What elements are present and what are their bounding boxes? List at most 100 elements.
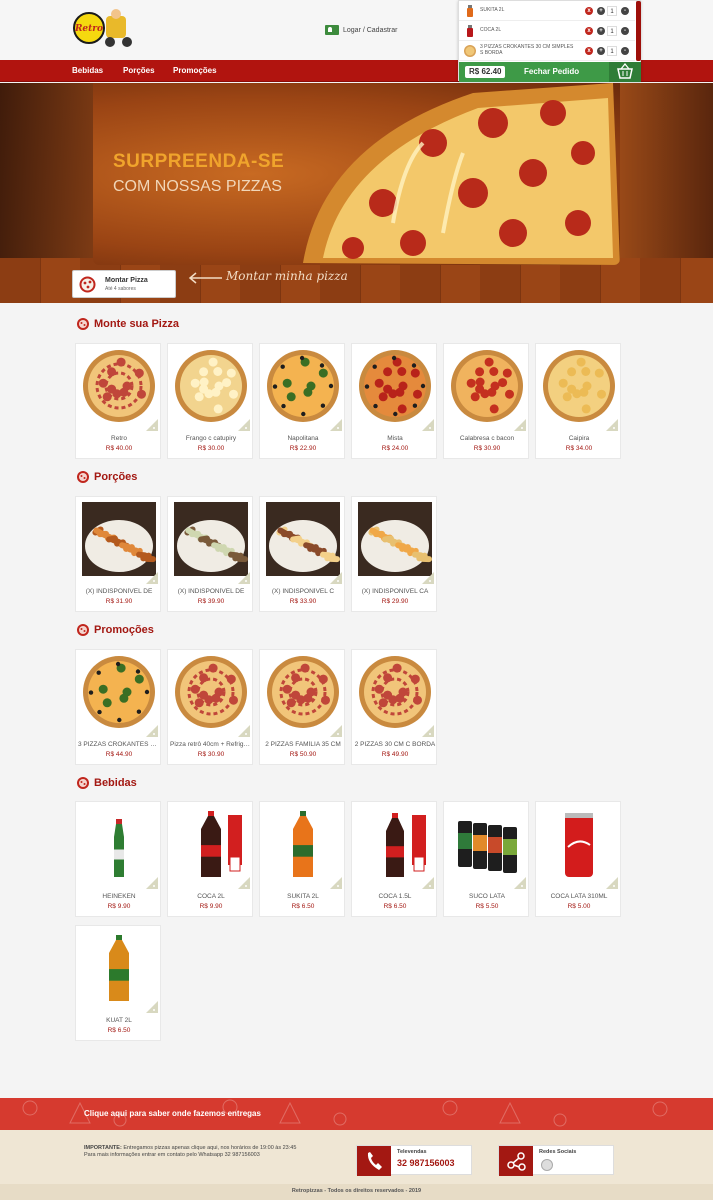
add-to-cart-corner-icon[interactable] bbox=[238, 418, 250, 431]
product-price: R$ 40.00 bbox=[105, 445, 133, 452]
banner-slide[interactable]: SURPREENDA-SE COM NOSSAS PIZZAS bbox=[93, 83, 620, 265]
add-to-cart-corner-icon[interactable] bbox=[146, 1000, 158, 1013]
product-name: Caipira bbox=[568, 435, 590, 442]
social-icon-box bbox=[499, 1146, 533, 1176]
drink-image bbox=[358, 807, 432, 881]
product-price: R$ 9.90 bbox=[199, 903, 223, 910]
cart-dropdown: SUKITA 2L x + 1 - COCA 2L x + 1 - 3 PIZZ… bbox=[458, 0, 641, 82]
add-to-cart-corner-icon[interactable] bbox=[330, 571, 342, 584]
add-to-cart-corner-icon[interactable] bbox=[330, 418, 342, 431]
login-label: Logar / Cadastrar bbox=[343, 26, 398, 34]
drink-image bbox=[82, 807, 156, 881]
add-to-cart-corner-icon[interactable] bbox=[514, 418, 526, 431]
product-name: COCA LATA 310ML bbox=[550, 893, 608, 900]
product-name: KUAT 2L bbox=[106, 1017, 132, 1024]
close-order-button[interactable]: Fechar Pedido bbox=[524, 67, 579, 76]
product-name: COCA 1.5L bbox=[378, 893, 412, 900]
add-to-cart-corner-icon[interactable] bbox=[146, 724, 158, 737]
product-card[interactable]: Calabresa c bacon R$ 30.90 bbox=[443, 343, 529, 459]
remove-item-button[interactable]: x bbox=[585, 7, 593, 15]
product-card[interactable]: Caipira R$ 34.00 bbox=[535, 343, 621, 459]
increase-qty-button[interactable]: + bbox=[597, 47, 605, 55]
cart-scrollbar[interactable] bbox=[636, 1, 641, 61]
add-to-cart-corner-icon[interactable] bbox=[514, 876, 526, 889]
increase-qty-button[interactable]: + bbox=[597, 7, 605, 15]
basket-icon bbox=[617, 62, 633, 79]
delivery-areas-link[interactable]: Clique aqui para saber onde fazemos entr… bbox=[84, 1109, 261, 1118]
cart-item-list: SUKITA 2L x + 1 - COCA 2L x + 1 - 3 PIZZ… bbox=[459, 1, 635, 61]
add-to-cart-corner-icon[interactable] bbox=[146, 418, 158, 431]
decrease-qty-button[interactable]: - bbox=[621, 47, 629, 55]
decrease-qty-button[interactable]: - bbox=[621, 7, 629, 15]
qty-field[interactable]: 1 bbox=[607, 46, 617, 56]
product-card[interactable]: Frango c catupiry R$ 30.00 bbox=[167, 343, 253, 459]
product-card[interactable]: Mista R$ 24.00 bbox=[351, 343, 437, 459]
product-card[interactable]: (X) INDISPONÍVEL DE R$ 39.90 bbox=[167, 496, 253, 612]
pizza-slice-image bbox=[303, 83, 620, 265]
add-to-cart-corner-icon[interactable] bbox=[422, 876, 434, 889]
product-card[interactable]: (X) INDISPONÍVEL CA R$ 29.90 bbox=[351, 496, 437, 612]
add-to-cart-corner-icon[interactable] bbox=[146, 571, 158, 584]
product-name: (X) INDISPONÍVEL C bbox=[271, 588, 335, 595]
qty-field[interactable]: 1 bbox=[607, 6, 617, 16]
social-link-icon[interactable] bbox=[541, 1159, 553, 1171]
add-to-cart-corner-icon[interactable] bbox=[606, 418, 618, 431]
section-title-monte: Monte sua Pizza bbox=[77, 318, 179, 330]
remove-item-button[interactable]: x bbox=[585, 27, 593, 35]
product-card[interactable]: KUAT 2L R$ 6.50 bbox=[75, 925, 161, 1041]
share-network-icon bbox=[507, 1152, 526, 1171]
qty-field[interactable]: 1 bbox=[607, 26, 617, 36]
product-price: R$ 33.90 bbox=[289, 598, 317, 605]
product-name: 3 PIZZAS CROKANTES 30 CM SIMPLES S BORDA bbox=[78, 741, 160, 748]
basket-button[interactable] bbox=[609, 62, 641, 82]
add-to-cart-corner-icon[interactable] bbox=[606, 876, 618, 889]
product-card[interactable]: Napolitana R$ 22.90 bbox=[259, 343, 345, 459]
cart-scroll-thumb[interactable] bbox=[636, 1, 641, 61]
product-card[interactable]: 3 PIZZAS CROKANTES 30 CM SIMPLES S BORDA… bbox=[75, 649, 161, 765]
product-name: (X) INDISPONÍVEL DE bbox=[85, 588, 153, 595]
nav-bebidas[interactable]: Bebidas bbox=[72, 66, 103, 75]
important-label: IMPORTANTE: bbox=[84, 1145, 122, 1151]
pizza-icon bbox=[77, 777, 89, 789]
nav-promocoes[interactable]: Promoções bbox=[173, 66, 217, 75]
add-to-cart-corner-icon[interactable] bbox=[238, 724, 250, 737]
add-to-cart-corner-icon[interactable] bbox=[238, 571, 250, 584]
cart-total: R$ 62.40 bbox=[465, 66, 506, 78]
nav-porcoes[interactable]: Porções bbox=[123, 66, 155, 75]
remove-item-button[interactable]: x bbox=[585, 47, 593, 55]
login-link[interactable]: Logar / Cadastrar bbox=[325, 25, 397, 35]
add-to-cart-corner-icon[interactable] bbox=[330, 724, 342, 737]
televendas-box[interactable]: Televendas 32 987156003 bbox=[356, 1145, 472, 1176]
product-card[interactable]: Retro R$ 40.00 bbox=[75, 343, 161, 459]
product-card[interactable]: COCA LATA 310ML R$ 5.00 bbox=[535, 801, 621, 917]
add-to-cart-corner-icon[interactable] bbox=[422, 571, 434, 584]
product-card[interactable]: 2 PIZZAS FAMÍLIA 35 CM R$ 50.90 bbox=[259, 649, 345, 765]
product-price: R$ 30.00 bbox=[197, 445, 225, 452]
product-name: (X) INDISPONÍVEL CA bbox=[361, 588, 429, 595]
cart-item: 3 PIZZAS CROKANTES 30 CM SIMPLES S BORDA… bbox=[459, 41, 635, 61]
banner-left-blur bbox=[0, 83, 95, 258]
product-card[interactable]: (X) INDISPONÍVEL C R$ 33.90 bbox=[259, 496, 345, 612]
increase-qty-button[interactable]: + bbox=[597, 27, 605, 35]
add-to-cart-corner-icon[interactable] bbox=[422, 724, 434, 737]
retro-logo[interactable]: Retro bbox=[72, 6, 134, 50]
add-to-cart-corner-icon[interactable] bbox=[238, 876, 250, 889]
product-price: R$ 5.00 bbox=[567, 903, 591, 910]
product-price: R$ 44.90 bbox=[105, 751, 133, 758]
add-to-cart-corner-icon[interactable] bbox=[422, 418, 434, 431]
montar-pizza-subtitle: Até 4 sabores bbox=[105, 286, 136, 292]
product-card[interactable]: (X) INDISPONÍVEL DE R$ 31.90 bbox=[75, 496, 161, 612]
product-card[interactable]: COCA 2L R$ 9.90 bbox=[167, 801, 253, 917]
product-card[interactable]: COCA 1.5L R$ 6.50 bbox=[351, 801, 437, 917]
montar-pizza-button[interactable]: Montar Pizza Até 4 sabores bbox=[72, 270, 176, 298]
product-card[interactable]: HEINEKEN R$ 9.90 bbox=[75, 801, 161, 917]
product-name: HEINEKEN bbox=[102, 893, 136, 900]
product-card[interactable]: 2 PIZZAS 30 CM C BORDA R$ 49.90 bbox=[351, 649, 437, 765]
product-card[interactable]: SUCO LATA R$ 5.50 bbox=[443, 801, 529, 917]
product-card[interactable]: SUKITA 2L R$ 6.50 bbox=[259, 801, 345, 917]
add-to-cart-corner-icon[interactable] bbox=[146, 876, 158, 889]
add-to-cart-corner-icon[interactable] bbox=[330, 876, 342, 889]
decrease-qty-button[interactable]: - bbox=[621, 27, 629, 35]
product-card[interactable]: Pizza retrô 40cm + Refrigerante R$ 30.90 bbox=[167, 649, 253, 765]
banner-right-blur bbox=[618, 83, 713, 258]
